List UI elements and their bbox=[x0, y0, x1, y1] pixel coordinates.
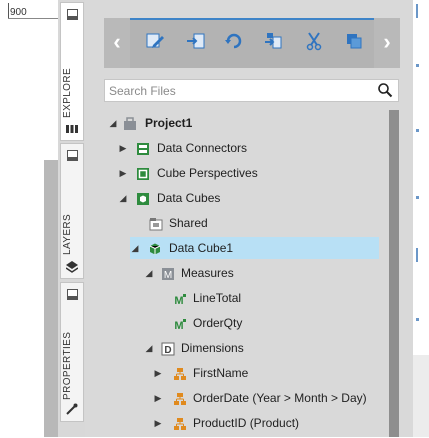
tree-item-label: Dimensions bbox=[181, 341, 244, 355]
svg-text:M: M bbox=[174, 320, 183, 331]
expander-expanded-icon[interactable]: ◢ bbox=[130, 237, 140, 259]
tab-explore[interactable]: EXPLORE bbox=[60, 2, 84, 141]
data-cubes-icon bbox=[136, 191, 150, 205]
tree-item-data-connectors[interactable]: ▶ Data Connectors bbox=[104, 137, 387, 159]
tree-item-label: ProductID (Product) bbox=[193, 416, 300, 430]
pin-icon[interactable] bbox=[67, 9, 78, 20]
guide-mark bbox=[416, 318, 419, 321]
toolbar-scroll-left-button[interactable]: ‹ bbox=[106, 26, 128, 60]
measures-icon: M bbox=[161, 266, 175, 281]
tree-item-label: LineTotal bbox=[193, 291, 242, 305]
toolbar-buttons bbox=[130, 18, 374, 68]
ruler-line bbox=[8, 18, 58, 19]
measure-icon: M bbox=[173, 316, 187, 332]
tree-scrollbar-thumb[interactable] bbox=[389, 110, 399, 437]
ruler-value: 900 bbox=[10, 7, 27, 18]
expander-collapsed-icon[interactable]: ▶ bbox=[153, 412, 163, 434]
hierarchy-icon bbox=[173, 416, 187, 430]
cut-icon[interactable] bbox=[304, 31, 324, 51]
svg-text:D: D bbox=[164, 345, 171, 356]
shared-folder-icon bbox=[149, 216, 163, 231]
toolbar-scroll-right-button[interactable]: › bbox=[376, 26, 398, 60]
data-connectors-icon bbox=[136, 141, 150, 155]
ruler-tick bbox=[8, 3, 9, 19]
guide-mark bbox=[416, 129, 419, 132]
edit-icon[interactable] bbox=[145, 31, 165, 51]
project-icon bbox=[123, 116, 137, 130]
move-icon[interactable] bbox=[263, 31, 283, 51]
search-box bbox=[104, 79, 399, 102]
tree-item-project1[interactable]: ◢ Project1 bbox=[104, 112, 387, 134]
refresh-icon[interactable] bbox=[224, 31, 244, 51]
guide-mark bbox=[416, 64, 419, 67]
canvas-edge bbox=[44, 160, 58, 437]
tree-item-label: Project1 bbox=[145, 116, 193, 130]
layers-icon bbox=[65, 261, 79, 273]
tree-item-firstname[interactable]: ▶ FirstName bbox=[104, 362, 387, 384]
stack-icon[interactable] bbox=[344, 31, 364, 51]
canvas-edge bbox=[413, 355, 429, 437]
search-input[interactable] bbox=[109, 82, 359, 99]
guide-mark bbox=[416, 196, 419, 199]
tree-item-cube-perspectives[interactable]: ▶ Cube Perspectives bbox=[104, 162, 387, 184]
tree-item-data-cubes[interactable]: ◢ Data Cubes bbox=[104, 187, 387, 209]
wrench-icon bbox=[66, 403, 78, 415]
tab-explore-label: EXPLORE bbox=[62, 67, 73, 119]
hierarchy-icon bbox=[173, 391, 187, 405]
tree-item-orderqty[interactable]: M OrderQty bbox=[104, 312, 387, 334]
tree-item-label: Shared bbox=[169, 216, 208, 230]
tree-item-linetotal[interactable]: M LineTotal bbox=[104, 287, 387, 309]
tree-item-label: OrderDate (Year > Month > Day) bbox=[193, 391, 367, 405]
measure-icon: M bbox=[173, 291, 187, 307]
search-icon[interactable] bbox=[377, 82, 393, 98]
tree-item-label: FirstName bbox=[193, 366, 249, 380]
expander-collapsed-icon[interactable]: ▶ bbox=[153, 387, 163, 409]
tree-item-measures[interactable]: ◢ M Measures bbox=[104, 262, 387, 284]
pin-icon[interactable] bbox=[67, 289, 78, 300]
tab-properties[interactable]: PROPERTIES bbox=[60, 282, 84, 422]
expander-expanded-icon[interactable]: ◢ bbox=[108, 112, 118, 134]
guide-mark bbox=[416, 248, 418, 262]
tree-item-label: Measures bbox=[181, 266, 234, 280]
tree-item-label: OrderQty bbox=[193, 316, 243, 330]
dimensions-icon: D bbox=[161, 341, 175, 356]
tree-item-shared[interactable]: Shared bbox=[104, 212, 387, 234]
expander-expanded-icon[interactable]: ◢ bbox=[144, 337, 154, 359]
side-tab-strip: EXPLORE LAYERS PROPERTIES bbox=[58, 0, 85, 437]
tab-layers[interactable]: LAYERS bbox=[60, 143, 84, 279]
tab-layers-label: LAYERS bbox=[62, 213, 73, 255]
expander-collapsed-icon[interactable]: ▶ bbox=[118, 137, 128, 159]
expander-collapsed-icon[interactable]: ▶ bbox=[153, 362, 163, 384]
tree-item-orderdate[interactable]: ▶ OrderDate (Year > Month > Day) bbox=[104, 387, 387, 409]
expander-collapsed-icon[interactable]: ▶ bbox=[118, 162, 128, 184]
guide-mark bbox=[416, 4, 418, 18]
pin-icon[interactable] bbox=[67, 150, 78, 161]
tree-item-dimensions[interactable]: ◢ D Dimensions bbox=[104, 337, 387, 359]
expander-expanded-icon[interactable]: ◢ bbox=[144, 262, 154, 284]
svg-text:M: M bbox=[174, 295, 183, 306]
cube-perspectives-icon bbox=[136, 166, 150, 180]
right-canvas-strip bbox=[413, 0, 429, 437]
tree-item-label: Cube Perspectives bbox=[157, 166, 258, 180]
hierarchy-icon bbox=[173, 366, 187, 380]
tree-item-productid[interactable]: ▶ ProductID (Product) bbox=[104, 412, 387, 434]
tree-item-label: Data Cubes bbox=[157, 191, 221, 205]
import-icon[interactable] bbox=[186, 31, 206, 51]
tree-item-label: Data Connectors bbox=[157, 141, 248, 155]
tree-item-label: Data Cube1 bbox=[169, 241, 234, 255]
explore-tab-icon bbox=[66, 123, 78, 135]
data-cube-icon bbox=[148, 241, 162, 255]
tree-item-data-cube1[interactable]: ◢ Data Cube1 bbox=[130, 237, 379, 259]
expander-expanded-icon[interactable]: ◢ bbox=[118, 187, 128, 209]
tab-properties-label: PROPERTIES bbox=[62, 331, 73, 401]
svg-text:M: M bbox=[164, 270, 172, 281]
